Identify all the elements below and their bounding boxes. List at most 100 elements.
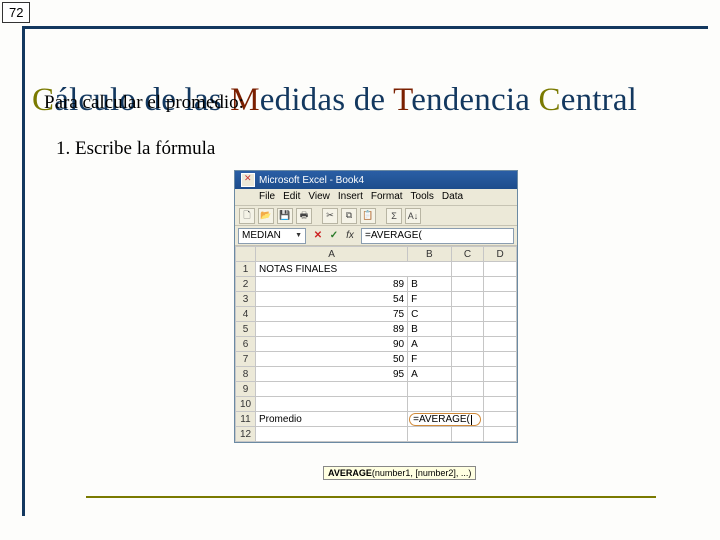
excel-doc-icon: [239, 191, 251, 203]
cell-c4[interactable]: [451, 307, 484, 322]
cell-b11[interactable]: =AVERAGE(: [408, 412, 484, 427]
tooltip-sig: (number1, [number2], ...): [372, 468, 472, 478]
menu-format[interactable]: Format: [371, 191, 403, 203]
formula-input[interactable]: =AVERAGE(: [361, 228, 514, 244]
tb-copy-icon[interactable]: ⧉: [341, 208, 357, 224]
cell-c10[interactable]: [451, 397, 484, 412]
menu-view[interactable]: View: [308, 191, 330, 203]
menu-insert[interactable]: Insert: [338, 191, 363, 203]
select-all-corner[interactable]: [236, 247, 256, 262]
cell-d1[interactable]: [484, 262, 517, 277]
excel-menubar: File Edit View Insert Format Tools Data: [235, 189, 517, 206]
text-cursor: [471, 415, 472, 425]
row-5-header[interactable]: 5: [236, 322, 256, 337]
cell-c2[interactable]: [451, 277, 484, 292]
tb-cut-icon[interactable]: ✂: [322, 208, 338, 224]
cell-a12[interactable]: [256, 427, 408, 442]
name-box-dropdown-icon[interactable]: ▼: [295, 232, 302, 239]
title-cap-3: T: [393, 82, 411, 118]
tb-paste-icon[interactable]: 📋: [360, 208, 376, 224]
menu-file[interactable]: File: [259, 191, 275, 203]
menu-data[interactable]: Data: [442, 191, 463, 203]
cell-a10[interactable]: [256, 397, 408, 412]
tb-sum-icon[interactable]: Σ: [386, 208, 402, 224]
name-box-text: MEDIAN: [242, 230, 281, 241]
fx-icon[interactable]: fx: [343, 229, 357, 243]
cell-c8[interactable]: [451, 367, 484, 382]
excel-title-text: Microsoft Excel - Book4: [259, 175, 364, 186]
cell-b2[interactable]: B: [408, 277, 451, 292]
tb-sort-icon[interactable]: A↓: [405, 208, 421, 224]
cell-d4[interactable]: [484, 307, 517, 322]
title-cap-4: C: [539, 82, 561, 118]
cell-a1[interactable]: NOTAS FINALES: [256, 262, 452, 277]
row-7-header[interactable]: 7: [236, 352, 256, 367]
cell-a2[interactable]: 89: [256, 277, 408, 292]
cell-c12[interactable]: [451, 427, 484, 442]
cell-a3[interactable]: 54: [256, 292, 408, 307]
menu-edit[interactable]: Edit: [283, 191, 300, 203]
row-11-header[interactable]: 11: [236, 412, 256, 427]
cell-d9[interactable]: [484, 382, 517, 397]
cell-a4[interactable]: 75: [256, 307, 408, 322]
cell-b9[interactable]: [408, 382, 451, 397]
row-1-header[interactable]: 1: [236, 262, 256, 277]
enter-icon[interactable]: ✓: [327, 229, 341, 243]
cell-c1[interactable]: [451, 262, 484, 277]
col-a-header[interactable]: A: [256, 247, 408, 262]
row-3-header[interactable]: 3: [236, 292, 256, 307]
cell-d3[interactable]: [484, 292, 517, 307]
cell-b12[interactable]: [408, 427, 451, 442]
row-6-header[interactable]: 6: [236, 337, 256, 352]
cell-a6[interactable]: 90: [256, 337, 408, 352]
name-box[interactable]: MEDIAN ▼: [238, 228, 306, 244]
cancel-icon[interactable]: ✕: [311, 229, 325, 243]
col-d-header[interactable]: D: [484, 247, 517, 262]
cell-d12[interactable]: [484, 427, 517, 442]
cell-c7[interactable]: [451, 352, 484, 367]
cell-d10[interactable]: [484, 397, 517, 412]
excel-screenshot: Microsoft Excel - Book4 File Edit View I…: [234, 170, 518, 443]
col-c-header[interactable]: C: [451, 247, 484, 262]
cell-b6[interactable]: A: [408, 337, 451, 352]
cell-d8[interactable]: [484, 367, 517, 382]
row-8-header[interactable]: 8: [236, 367, 256, 382]
cell-b10[interactable]: [408, 397, 451, 412]
cell-a7[interactable]: 50: [256, 352, 408, 367]
function-tooltip: AVERAGE(number1, [number2], ...): [323, 466, 476, 480]
excel-titlebar: Microsoft Excel - Book4: [235, 171, 517, 189]
cell-a11[interactable]: Promedio: [256, 412, 408, 427]
cell-b3[interactable]: F: [408, 292, 451, 307]
cell-b5[interactable]: B: [408, 322, 451, 337]
cell-b8[interactable]: A: [408, 367, 451, 382]
cell-d5[interactable]: [484, 322, 517, 337]
row-10-header[interactable]: 10: [236, 397, 256, 412]
cell-d7[interactable]: [484, 352, 517, 367]
row-4-header[interactable]: 4: [236, 307, 256, 322]
tb-print-icon[interactable]: 🖶: [296, 208, 312, 224]
menu-tools[interactable]: Tools: [411, 191, 434, 203]
col-b-header[interactable]: B: [408, 247, 451, 262]
row-12-header[interactable]: 12: [236, 427, 256, 442]
cell-a8[interactable]: 95: [256, 367, 408, 382]
cell-c6[interactable]: [451, 337, 484, 352]
row-2-header[interactable]: 2: [236, 277, 256, 292]
cell-c9[interactable]: [451, 382, 484, 397]
cell-c3[interactable]: [451, 292, 484, 307]
cell-d11[interactable]: [484, 412, 517, 427]
tb-open-icon[interactable]: 📂: [258, 208, 274, 224]
cell-a9[interactable]: [256, 382, 408, 397]
title-rest-2: edidas de: [260, 82, 393, 118]
cell-b4[interactable]: C: [408, 307, 451, 322]
row-9-header[interactable]: 9: [236, 382, 256, 397]
cell-a5[interactable]: 89: [256, 322, 408, 337]
tb-new-icon[interactable]: 🗋: [239, 208, 255, 224]
cell-c5[interactable]: [451, 322, 484, 337]
cell-d2[interactable]: [484, 277, 517, 292]
cell-d6[interactable]: [484, 337, 517, 352]
tb-save-icon[interactable]: 💾: [277, 208, 293, 224]
excel-formula-bar: MEDIAN ▼ ✕ ✓ fx =AVERAGE(: [235, 226, 517, 246]
cell-b7[interactable]: F: [408, 352, 451, 367]
title-rest-3: endencia: [411, 82, 538, 118]
tooltip-fn: AVERAGE: [328, 468, 372, 478]
